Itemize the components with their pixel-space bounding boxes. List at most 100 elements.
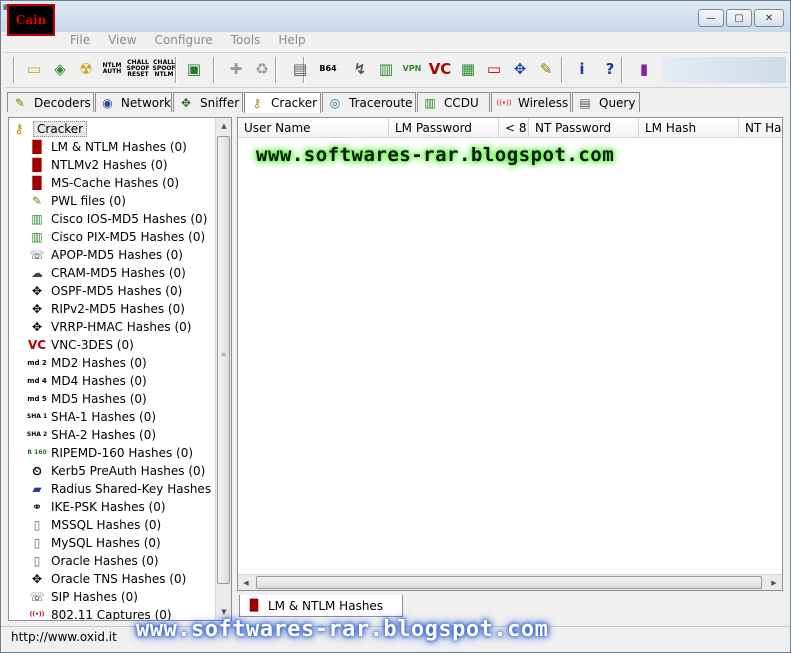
tree-item[interactable]: ☏ APOP-MD5 Hashes (0) [29,246,231,264]
radiation-icon[interactable]: ☢ [75,58,97,80]
ntlm-auth-icon[interactable]: NTLM AUTH [101,58,123,80]
tree-item-icon: ☁ [31,266,43,280]
tree-item[interactable]: ▥ Cisco PIX-MD5 Hashes (0) [29,228,231,246]
maximize-button[interactable]: ▢ [726,9,752,27]
app-logo: Cain [7,4,55,36]
tree-item[interactable]: ▐▌ NTLMv2 Hashes (0) [28,156,231,174]
menu-tools[interactable]: Tools [222,31,270,49]
tree-scroll-thumb[interactable]: ≡ [217,136,230,584]
tree-item[interactable]: ▥ Cisco IOS-MD5 Hashes (0) [29,210,231,228]
tree-item[interactable]: ✥ RIPv2-MD5 Hashes (0) [29,300,231,318]
tree-item[interactable]: ☏ SIP Hashes (0) [29,588,231,606]
tree-item-icon: ✥ [31,320,43,334]
document-icon[interactable]: ▤ [289,58,311,80]
vnc-icon[interactable]: VC [429,58,452,80]
watermark-bottom: www.softwares-rar.blogspot.com [136,617,549,642]
menu-file[interactable]: File [61,31,99,49]
chall-spoof-ntlm-icon[interactable]: CHALL SPOOF NTLM [153,58,176,80]
tab-sniffer[interactable]: ✥ Sniffer [173,92,243,112]
network-device-icon[interactable]: ▭ [483,58,505,80]
minimize-button[interactable]: — [698,9,724,27]
column-header[interactable]: LM Password [389,118,499,138]
monitor-icon[interactable]: ▣ [183,58,205,80]
base64-icon[interactable]: B64 [317,58,339,80]
tab-traceroute[interactable]: ◎ Traceroute [322,92,416,112]
tree-vertical-scrollbar[interactable]: ▲ ≡ ▼ [215,118,231,620]
column-header[interactable]: NT Hash [739,118,782,138]
sniffer-start-icon[interactable]: ◈ [49,58,71,80]
tree-item-icon: ▐▌ [27,140,47,154]
wireless-icon[interactable]: ✥ [509,58,531,80]
tab-ccdu[interactable]: ▥ CCDU [417,92,490,112]
vpn-icon[interactable]: VPN [401,58,423,80]
list-header: User Name LM Password < 8 NT Password LM Has… [238,118,782,138]
cert-icon[interactable]: ✎ [535,58,557,80]
column-header[interactable]: LM Hash [639,118,739,138]
tree-item[interactable]: ✥ Oracle TNS Hashes (0) [29,570,231,588]
tree-item[interactable]: SHA 1 SHA-1 Hashes (0) [26,408,231,426]
tree-item[interactable]: ☁ CRAM-MD5 Hashes (0) [29,264,231,282]
column-header[interactable]: User Name [238,118,389,138]
cracker-tree[interactable]: ⚷ Cracker ▐▌ LM & NTLM Hashes (0) ▐▌ NTLMv2… [8,117,232,621]
hash-list[interactable]: User Name LM Password < 8 NT Password LM Has… [237,117,783,591]
tree-item-label: SIP Hashes (0) [51,590,138,604]
menu-configure[interactable]: Configure [146,31,222,49]
tree-item[interactable]: ▯ Oracle Hashes (0) [29,552,231,570]
tree-item[interactable]: ⚭ IKE-PSK Hashes (0) [29,498,231,516]
router-icon[interactable]: ▦ [457,58,479,80]
tree-item[interactable]: SHA 2 SHA-2 Hashes (0) [27,426,231,444]
info-icon[interactable]: i [571,58,593,80]
scroll-up-icon[interactable]: ▲ [216,118,231,134]
close-button[interactable]: ✕ [754,9,784,27]
key-wizard-icon[interactable]: ↯ [349,58,371,80]
hash-calculator-icon[interactable]: ▥ [375,58,397,80]
tree-item[interactable]: ⏲ Kerb5 PreAuth Hashes (0) [29,462,231,480]
tree-item[interactable]: R 160 RIPEMD-160 Hashes (0) [27,444,231,462]
tree-items: ▐▌ LM & NTLM Hashes (0) ▐▌ NTLMv2 Hashes (0… [26,138,231,620]
column-header[interactable]: NT Password [529,118,639,138]
tree-item[interactable]: VC VNC-3DES (0) [28,336,231,354]
tree-item[interactable]: ▯ MySQL Hashes (0) [29,534,231,552]
menu-view[interactable]: View [99,31,145,49]
menu-bar: File View Configure Tools Help [61,31,315,49]
list-scroll-thumb[interactable] [256,576,762,589]
tree-item[interactable]: ✥ OSPF-MD5 Hashes (0) [29,282,231,300]
tree-item[interactable]: md 4 MD4 Hashes (0) [27,372,231,390]
network-tab-icon: ◉ [102,95,113,110]
tree-item[interactable]: md 2 MD2 Hashes (0) [27,354,231,372]
exit-icon[interactable]: ▮ [633,58,655,80]
tab-lm-ntlm-hashes[interactable]: ▐▌ LM & NTLM Hashes [239,595,403,617]
remove-icon[interactable]: ♻ [251,58,273,80]
menu-help[interactable]: Help [269,31,314,49]
tree-item[interactable]: ▰ Radius Shared-Key Hashes (0) [29,480,231,498]
toolbar-separator [275,57,277,83]
tab-label: Network [120,95,171,110]
column-header[interactable]: < 8 [499,118,529,138]
tree-root[interactable]: ⚷ Cracker [11,120,88,138]
help-icon[interactable]: ? [599,58,621,80]
scroll-right-icon[interactable]: ▶ [766,575,782,590]
traceroute-tab-icon: ◎ [329,95,341,110]
tree-item-label: SHA-2 Hashes (0) [51,428,157,442]
tree-item[interactable]: ▯ MSSQL Hashes (0) [29,516,231,534]
tree-item[interactable]: md 5 MD5 Hashes (0) [27,390,231,408]
tree-item[interactable]: ✎ PWL files (0) [29,192,231,210]
tab-query[interactable]: ▤ Query [572,92,640,112]
add-icon[interactable]: ✚ [225,58,247,80]
tab-cracker[interactable]: ⚷ Cracker [244,92,321,113]
tree-item-label: VRRP-HMAC Hashes (0) [51,320,192,334]
tree-item-icon: SHA 1 [26,413,48,420]
tab-label: CCDU [444,95,479,110]
chall-spoof-reset-icon[interactable]: CHALL SPOOF RESET [127,58,150,80]
list-horizontal-scrollbar[interactable]: ◀ ▶ [238,574,782,590]
tree-item[interactable]: ▐▌ LM & NTLM Hashes (0) [27,138,231,156]
tab-decoders[interactable]: ✎ Decoders [7,92,94,112]
scroll-left-icon[interactable]: ◀ [238,575,254,590]
tab-wireless[interactable]: ((•)) Wireless [491,92,571,112]
title-bar[interactable]: ▦ — ▢ ✕ [1,1,790,32]
tree-item[interactable]: ▐▌ MS-Cache Hashes (0) [28,174,231,192]
tree-item[interactable]: ✥ VRRP-HMAC Hashes (0) [29,318,231,336]
cracker-tab-icon: ⚷ [252,96,262,110]
tab-network[interactable]: ◉ Network [95,92,172,112]
open-icon[interactable]: ▭ [23,58,45,80]
